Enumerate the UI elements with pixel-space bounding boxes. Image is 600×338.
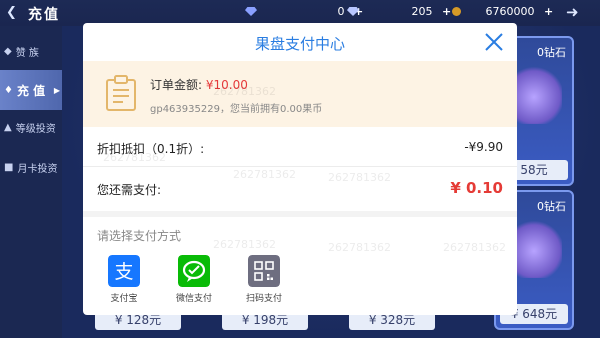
order-summary: 订单金额: ¥10.00 gp463935229，您当前拥有0.00果币 — [83, 61, 517, 127]
need-pay-value: ¥ 0.10 — [450, 179, 503, 197]
watermark-text: 262781362 — [443, 241, 506, 254]
page-title: 充值 — [28, 7, 60, 23]
order-amount-label: 订单金额: — [150, 78, 203, 92]
back-icon[interactable]: ❮ — [6, 5, 17, 20]
divider — [83, 166, 517, 167]
account-balance-text: gp463935229，您当前拥有0.00果币 — [150, 104, 323, 115]
discount-row: 折扣抵扣（0.1折）: -¥9.90 — [97, 140, 503, 157]
payment-method-label: 扫码支付 — [245, 294, 282, 304]
store-card-name: 0钻石 — [537, 200, 566, 213]
sidebar-item-level-invest[interactable]: ▲ 等级投资 — [0, 112, 62, 142]
payment-method-label: 支付宝 — [110, 294, 138, 304]
need-pay-row: 您还需支付: ¥ 0.10 — [97, 179, 503, 198]
store-card-name: 0钻石 — [537, 46, 566, 59]
order-amount-value: ¥10.00 — [205, 78, 248, 92]
dialog-header: 果盘支付中心 — [83, 23, 517, 61]
gem-icon — [347, 7, 359, 16]
coin-resource: 6760000 + — [452, 5, 553, 18]
gem-resource: 205 + — [347, 5, 451, 18]
svg-text:支: 支 — [114, 261, 133, 283]
exit-icon[interactable]: ➜ — [566, 3, 579, 21]
payment-method-label: 微信支付 — [175, 294, 212, 304]
discount-value: -¥9.90 — [464, 140, 503, 154]
qr-code-icon — [248, 255, 280, 287]
sidebar-item-clan[interactable]: ◆ 赞 族 — [0, 36, 62, 66]
coin-count: 6760000 — [485, 5, 535, 18]
active-arrow-icon: ▶ — [53, 85, 60, 95]
sidebar-item-label: 月卡投资 — [17, 163, 58, 175]
section-divider — [83, 211, 517, 217]
crest-icon: ◆ — [4, 45, 12, 57]
diamond-icon — [245, 7, 257, 16]
level-invest-icon: ▲ — [4, 121, 12, 133]
sidebar-item-label: 赞 族 — [15, 47, 39, 59]
diamond-resource: 0 + — [245, 5, 363, 18]
coin-add-button[interactable]: + — [544, 5, 553, 18]
wechat-pay-option[interactable]: 微信支付 — [164, 255, 224, 304]
sidebar-item-recharge[interactable]: ♦ 充 值 ▶ — [0, 70, 62, 110]
payment-method-title: 请选择支付方式 — [97, 229, 182, 243]
alipay-option[interactable]: 支 支付宝 — [94, 255, 154, 304]
watermark-text: 262781362 — [233, 168, 296, 181]
sidebar: ◆ 赞 族 ♦ 充 值 ▶ ▲ 等级投资 ■ 月卡投资 — [0, 26, 62, 338]
alipay-icon: 支 — [108, 255, 140, 287]
diamond-count: 0 — [337, 5, 345, 18]
recharge-icon: ♦ — [4, 84, 13, 96]
sidebar-item-monthly-card[interactable]: ■ 月卡投资 — [0, 152, 62, 182]
gem-count: 205 — [411, 5, 433, 18]
watermark-text: 262781362 — [328, 241, 391, 254]
sidebar-item-label: 充 值 — [16, 83, 46, 98]
coin-icon — [452, 7, 461, 16]
sidebar-item-label: 等级投资 — [15, 123, 56, 135]
qr-pay-option[interactable]: 扫码支付 — [234, 255, 294, 304]
dialog-title: 果盘支付中心 — [254, 35, 345, 53]
watermark-text: 262781362 — [213, 238, 276, 251]
clipboard-icon — [106, 75, 136, 111]
gem-add-button[interactable]: + — [442, 5, 451, 18]
monthly-card-icon: ■ — [4, 161, 14, 173]
order-amount-line: 订单金额: ¥10.00 — [150, 76, 248, 93]
wechat-pay-icon — [178, 255, 210, 287]
payment-dialog: 果盘支付中心 订单金额: ¥10.00 gp463935229，您当前拥有0.0… — [83, 23, 517, 315]
close-icon[interactable] — [484, 32, 504, 52]
need-pay-label: 您还需支付: — [97, 183, 162, 197]
discount-label: 折扣抵扣（0.1折）: — [97, 142, 205, 156]
